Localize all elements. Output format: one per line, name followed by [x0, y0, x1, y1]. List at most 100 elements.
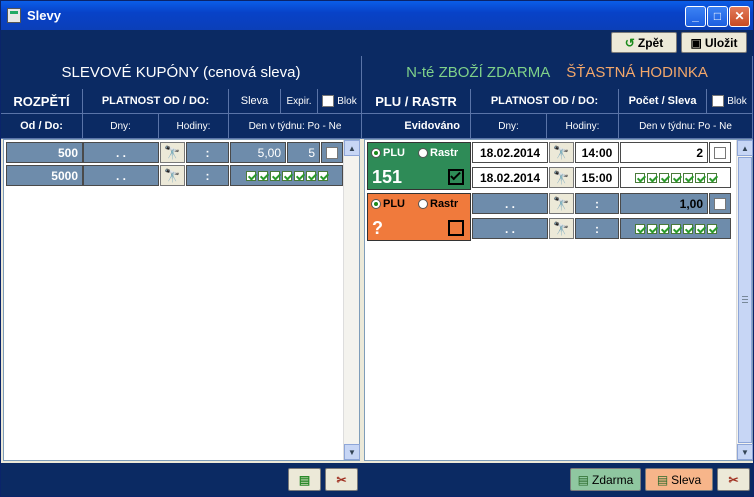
col-block[interactable]: Blok [318, 89, 362, 114]
coupon-amount-input[interactable]: 500 [6, 142, 83, 163]
radio-selected-icon[interactable] [371, 148, 381, 159]
weekday-checkbox[interactable] [694, 223, 705, 234]
count-input[interactable]: 2 [620, 142, 708, 163]
registered-checkbox[interactable] [448, 169, 464, 185]
discount-label: Sleva [671, 472, 702, 487]
block-cell[interactable] [709, 193, 731, 214]
block-checkbox[interactable] [714, 146, 726, 159]
left-footer: ▤ ✂ [1, 463, 362, 496]
binoculars-icon[interactable]: 🔭 [160, 142, 185, 163]
time-from-input[interactable]: 14:00 [575, 142, 619, 163]
time-from-input[interactable]: : [575, 193, 619, 214]
close-button[interactable]: ✕ [729, 6, 750, 27]
binoculars-icon[interactable]: 🔭 [549, 193, 574, 214]
rastr-radio[interactable]: Rastr [418, 198, 458, 210]
coupon-date-input[interactable]: . . [83, 165, 159, 186]
block-checkbox[interactable] [714, 197, 726, 210]
weekday-checkboxes[interactable] [620, 218, 731, 239]
time-to-input[interactable]: : [575, 218, 619, 239]
col-count-discount: Počet / Sleva [619, 89, 707, 114]
add-record-icon: ▤ [298, 472, 311, 487]
radio-empty-icon[interactable] [418, 199, 428, 210]
block-cell[interactable] [709, 142, 731, 163]
coupon-block-cell[interactable] [321, 142, 343, 163]
block-all-checkbox[interactable] [322, 95, 335, 107]
scroll-down-arrow-icon[interactable]: ▼ [344, 444, 360, 460]
coupon-amount-input[interactable]: 5000 [6, 165, 83, 186]
date-to-input[interactable]: . . [472, 218, 548, 239]
add-coupon-button[interactable]: ▤ [288, 468, 321, 491]
delete-promo-button[interactable]: ✂ [717, 468, 750, 491]
weekday-checkbox[interactable] [293, 170, 304, 181]
minimize-button[interactable]: _ [685, 6, 706, 27]
weekday-checkboxes[interactable] [230, 165, 343, 186]
undo-arrow-icon: ↺ [624, 35, 635, 50]
time-to-input[interactable]: 15:00 [575, 167, 619, 188]
date-from-input[interactable]: . . [472, 193, 548, 214]
weekday-checkbox[interactable] [670, 172, 681, 183]
binoculars-icon[interactable]: 🔭 [549, 218, 574, 239]
coupon-time-input[interactable]: : [186, 165, 229, 186]
free-goods-title[interactable]: N-té ZBOŽÍ ZDARMA [406, 64, 550, 81]
plu-radio[interactable]: PLU [371, 147, 405, 159]
weekday-checkbox[interactable] [682, 223, 693, 234]
save-button[interactable]: ▣ Uložit [681, 32, 747, 53]
weekday-checkboxes[interactable] [620, 167, 731, 188]
weekday-checkbox[interactable] [269, 170, 280, 181]
delete-coupon-button[interactable]: ✂ [325, 468, 358, 491]
col-block-right[interactable]: Blok [707, 89, 753, 114]
radio-selected-icon[interactable] [371, 199, 381, 210]
promo-list: PLU Rastr 151 18.02.2014 🔭 14:00 2 18.02… [364, 139, 753, 461]
weekday-checkbox[interactable] [682, 172, 693, 183]
binoculars-icon[interactable]: 🔭 [549, 167, 574, 188]
radio-empty-icon[interactable] [418, 148, 428, 159]
scroll-down-arrow-icon[interactable]: ▼ [737, 444, 753, 460]
block-all-checkbox-right[interactable] [712, 95, 725, 107]
weekday-checkbox[interactable] [658, 172, 669, 183]
weekday-checkbox[interactable] [706, 172, 717, 183]
add-discount-button[interactable]: ▤ Sleva [645, 468, 713, 491]
discount-input[interactable]: 1,00 [620, 193, 708, 214]
rastr-label: Rastr [430, 198, 459, 210]
weekday-checkbox[interactable] [305, 170, 316, 181]
coupon-discount-input[interactable]: 5,00 [230, 142, 286, 163]
add-record-icon: ▤ [577, 472, 589, 487]
registered-checkbox[interactable] [448, 220, 464, 236]
app-window: Slevy _ □ ✕ ↺ Zpět ▣ Uložit SLEVOVÉ KUPÓ… [0, 0, 754, 497]
back-button[interactable]: ↺ Zpět [611, 32, 677, 53]
weekday-checkbox[interactable] [245, 170, 256, 181]
coupon-time-input[interactable]: : [186, 142, 229, 163]
maximize-button[interactable]: □ [707, 6, 728, 27]
rastr-radio[interactable]: Rastr [418, 147, 458, 159]
weekday-checkbox[interactable] [670, 223, 681, 234]
col-registered: Evidováno [362, 114, 471, 139]
weekday-checkbox[interactable] [317, 170, 328, 181]
happy-hour-title[interactable]: ŠŤASTNÁ HODINKA [566, 64, 708, 81]
weekday-checkbox[interactable] [281, 170, 292, 181]
plu-radio[interactable]: PLU [371, 198, 405, 210]
add-free-button[interactable]: ▤ Zdarma [570, 468, 641, 491]
coupon-expir-input[interactable]: 5 [287, 142, 320, 163]
right-scrollbar[interactable]: ▲ ▼ [736, 140, 753, 460]
add-record-icon: ▤ [656, 472, 669, 487]
weekday-checkbox[interactable] [257, 170, 268, 181]
weekday-checkbox[interactable] [706, 223, 717, 234]
coupon-date-input[interactable]: . . [83, 142, 159, 163]
binoculars-icon[interactable]: 🔭 [160, 165, 185, 186]
binoculars-icon[interactable]: 🔭 [549, 142, 574, 163]
weekday-checkbox[interactable] [646, 223, 657, 234]
scroll-up-arrow-icon[interactable]: ▲ [737, 140, 753, 156]
weekday-checkbox[interactable] [658, 223, 669, 234]
coupon-block-checkbox[interactable] [326, 146, 338, 159]
date-to-input[interactable]: 18.02.2014 [472, 167, 548, 188]
weekday-checkbox[interactable] [634, 223, 645, 234]
weekday-checkbox[interactable] [646, 172, 657, 183]
left-scrollbar[interactable]: ▲ ▼ [343, 140, 360, 460]
plu-rastr-block[interactable]: PLU Rastr ? [367, 193, 471, 241]
scroll-up-arrow-icon[interactable]: ▲ [344, 140, 360, 156]
weekday-checkbox[interactable] [634, 172, 645, 183]
date-from-input[interactable]: 18.02.2014 [472, 142, 548, 163]
scroll-thumb[interactable] [738, 157, 752, 443]
plu-rastr-block[interactable]: PLU Rastr 151 [367, 142, 471, 190]
weekday-checkbox[interactable] [694, 172, 705, 183]
